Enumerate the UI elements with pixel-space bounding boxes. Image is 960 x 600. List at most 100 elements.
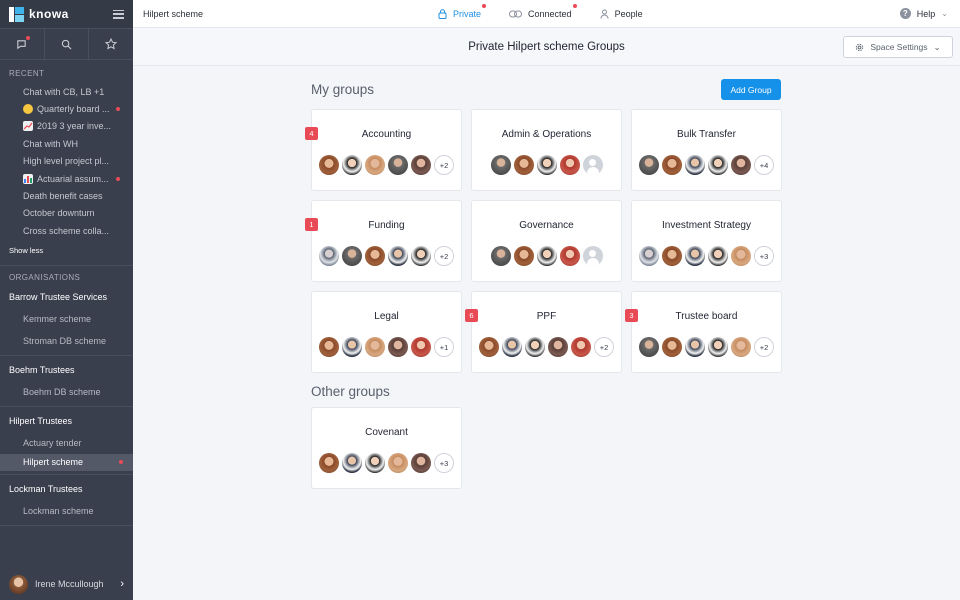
group-name: Admin & Operations bbox=[501, 129, 592, 140]
space-settings-label: Space Settings bbox=[870, 42, 928, 52]
scheme-stroman[interactable]: Stroman DB scheme bbox=[0, 330, 133, 352]
more-members-count[interactable]: +4 bbox=[754, 155, 774, 175]
chat-tool-button[interactable] bbox=[0, 29, 45, 59]
group-card-trustee-board[interactable]: 3 Trustee board +2 bbox=[625, 291, 782, 373]
divider bbox=[0, 354, 133, 356]
org-hilpert[interactable]: Hilpert Trustees bbox=[0, 410, 133, 432]
avatar bbox=[365, 453, 385, 473]
gear-icon bbox=[856, 43, 864, 51]
top-nav: Private Connected People bbox=[438, 3, 643, 19]
group-card-accounting[interactable]: 4 Accounting +2 bbox=[305, 109, 462, 191]
divider bbox=[0, 264, 133, 266]
add-group-button[interactable]: Add Group bbox=[721, 79, 781, 100]
tab-private[interactable]: Private bbox=[438, 3, 487, 19]
recent-item[interactable]: Chat with WH bbox=[9, 135, 124, 152]
brand-name: knowa bbox=[29, 7, 69, 21]
logo[interactable]: knowa bbox=[9, 6, 69, 22]
search-tool-button[interactable] bbox=[45, 29, 90, 59]
more-members-count[interactable]: +2 bbox=[434, 246, 454, 266]
more-members-count[interactable]: +2 bbox=[434, 155, 454, 175]
group-card-governance[interactable]: Governance bbox=[471, 200, 622, 282]
recent-item[interactable]: High level project pl... bbox=[9, 153, 124, 170]
group-name: Trustee board bbox=[675, 311, 738, 322]
person-icon bbox=[600, 9, 609, 19]
group-card-ppf[interactable]: 6 PPF +2 bbox=[465, 291, 622, 373]
avatar bbox=[662, 337, 682, 357]
avatar bbox=[365, 337, 385, 357]
page-title: Private Hilpert scheme Groups bbox=[468, 40, 625, 53]
avatar bbox=[708, 155, 728, 175]
recent-item[interactable]: Death benefit cases bbox=[9, 187, 124, 204]
recent-item[interactable]: Chat with CB, LB +1 bbox=[9, 83, 124, 100]
scheme-actuary-tender[interactable]: Actuary tender bbox=[0, 432, 133, 454]
org-boehm[interactable]: Boehm Trustees bbox=[0, 359, 133, 381]
recent-item[interactable]: Quarterly board ... bbox=[9, 100, 124, 117]
scheme-lockman[interactable]: Lockman scheme bbox=[0, 500, 133, 522]
recent-item-label: Cross scheme colla... bbox=[23, 225, 110, 236]
tab-label: Connected bbox=[528, 8, 572, 19]
avatar bbox=[685, 337, 705, 357]
recent-item[interactable]: October downturn bbox=[9, 205, 124, 222]
recent-item[interactable]: Cross scheme colla... bbox=[9, 222, 124, 239]
org-lockman[interactable]: Lockman Trustees bbox=[0, 478, 133, 500]
group-card-funding[interactable]: 1 Funding +2 bbox=[305, 200, 462, 282]
avatar bbox=[388, 453, 408, 473]
org-barrow[interactable]: Barrow Trustee Services bbox=[0, 286, 133, 308]
avatar bbox=[731, 246, 751, 266]
tab-label: Private bbox=[453, 8, 482, 19]
group-card-bulk-transfer[interactable]: Bulk Transfer +4 bbox=[631, 109, 782, 191]
group-card-admin-operations[interactable]: Admin & Operations bbox=[471, 109, 622, 191]
other-groups-heading: Other groups bbox=[311, 384, 390, 399]
avatar bbox=[319, 155, 339, 175]
group-card-covenant[interactable]: Covenant +3 bbox=[311, 407, 462, 489]
tab-people[interactable]: People bbox=[600, 9, 643, 19]
group-name: PPF bbox=[536, 311, 557, 322]
more-members-count[interactable]: +1 bbox=[434, 337, 454, 357]
recent-item-label: High level project pl... bbox=[23, 156, 110, 167]
more-members-count[interactable]: +3 bbox=[754, 246, 774, 266]
avatar bbox=[513, 246, 534, 266]
recent-item-label: Chat with WH bbox=[23, 138, 79, 149]
more-members-count[interactable]: +3 bbox=[434, 453, 454, 473]
favorites-tool-button[interactable] bbox=[89, 29, 133, 59]
avatar bbox=[536, 155, 557, 175]
unread-dot bbox=[482, 3, 487, 8]
divider bbox=[0, 473, 133, 475]
lock-icon bbox=[438, 8, 447, 19]
member-avatars: +2 bbox=[632, 337, 781, 357]
scheme-label: Hilpert scheme bbox=[23, 457, 84, 468]
groups-main: My groups Add Group 4 Accounting +2 Admi… bbox=[133, 66, 960, 600]
group-card-legal[interactable]: Legal +1 bbox=[311, 291, 462, 373]
recent-item-label: 2019 3 year inve... bbox=[37, 121, 112, 132]
recent-item-label: Actuarial assum... bbox=[37, 173, 109, 184]
member-avatars: +1 bbox=[312, 337, 461, 357]
divider bbox=[0, 524, 133, 526]
recent-item[interactable]: Actuarial assum... bbox=[9, 170, 124, 187]
space-settings-button[interactable]: Space Settings ⌄ bbox=[843, 36, 953, 58]
avatar bbox=[502, 337, 522, 357]
smiley-emoji-icon bbox=[23, 104, 33, 115]
group-card-investment-strategy[interactable]: Investment Strategy +3 bbox=[631, 200, 782, 282]
group-name: Bulk Transfer bbox=[677, 129, 736, 140]
more-members-count[interactable]: +2 bbox=[754, 337, 774, 357]
avatar bbox=[731, 337, 751, 357]
member-avatars: +4 bbox=[632, 155, 781, 175]
hamburger-menu-icon[interactable] bbox=[113, 9, 124, 19]
user-menu[interactable]: Irene Mccullough › bbox=[0, 568, 133, 600]
recent-item[interactable]: 2019 3 year inve... bbox=[9, 118, 124, 135]
help-menu[interactable]: ? Help ⌄ bbox=[899, 8, 948, 19]
show-less-link[interactable]: Show less bbox=[9, 240, 124, 262]
scheme-boehm[interactable]: Boehm DB scheme bbox=[0, 381, 133, 403]
avatar bbox=[685, 155, 705, 175]
tab-connected[interactable]: Connected bbox=[509, 3, 577, 19]
avatar bbox=[639, 155, 659, 175]
avatar bbox=[662, 246, 682, 266]
more-members-count[interactable]: +2 bbox=[594, 337, 614, 357]
group-name: Legal bbox=[374, 311, 399, 322]
scheme-hilpert[interactable]: Hilpert scheme bbox=[0, 453, 133, 471]
unread-dot bbox=[119, 460, 123, 465]
page-header: Private Hilpert scheme Groups Space Sett… bbox=[133, 28, 960, 66]
scheme-kemmer[interactable]: Kemmer scheme bbox=[0, 308, 133, 330]
knowa-logo-icon bbox=[9, 6, 24, 22]
sidebar-header: knowa bbox=[0, 0, 133, 28]
